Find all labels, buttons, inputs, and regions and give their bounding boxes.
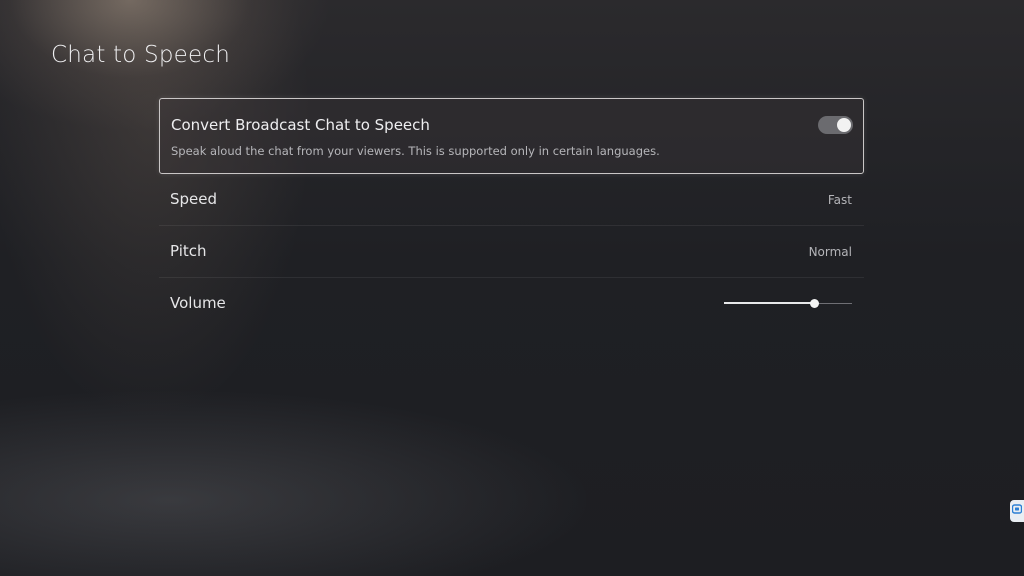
pitch-label: Pitch — [170, 242, 207, 260]
speed-setting-row[interactable]: Speed Fast — [159, 174, 864, 226]
toggle-knob — [837, 118, 851, 132]
volume-slider-thumb[interactable] — [810, 299, 819, 308]
side-badge[interactable] — [1010, 500, 1024, 522]
volume-slider-fill — [724, 302, 814, 304]
volume-setting-row[interactable]: Volume — [159, 278, 864, 330]
pitch-setting-row[interactable]: Pitch Normal — [159, 226, 864, 278]
convert-chat-label: Convert Broadcast Chat to Speech — [171, 116, 430, 134]
settings-list: Convert Broadcast Chat to Speech Speak a… — [159, 98, 864, 330]
convert-chat-setting-row[interactable]: Convert Broadcast Chat to Speech Speak a… — [159, 98, 864, 174]
volume-slider[interactable] — [724, 298, 852, 310]
remote-control-icon — [1012, 504, 1022, 514]
convert-chat-toggle[interactable] — [818, 116, 853, 134]
page-title: Chat to Speech — [51, 42, 230, 68]
convert-chat-description: Speak aloud the chat from your viewers. … — [171, 144, 660, 158]
speed-value: Fast — [827, 193, 852, 207]
pitch-value: Normal — [808, 245, 852, 259]
volume-label: Volume — [170, 294, 226, 312]
speed-label: Speed — [170, 190, 218, 208]
